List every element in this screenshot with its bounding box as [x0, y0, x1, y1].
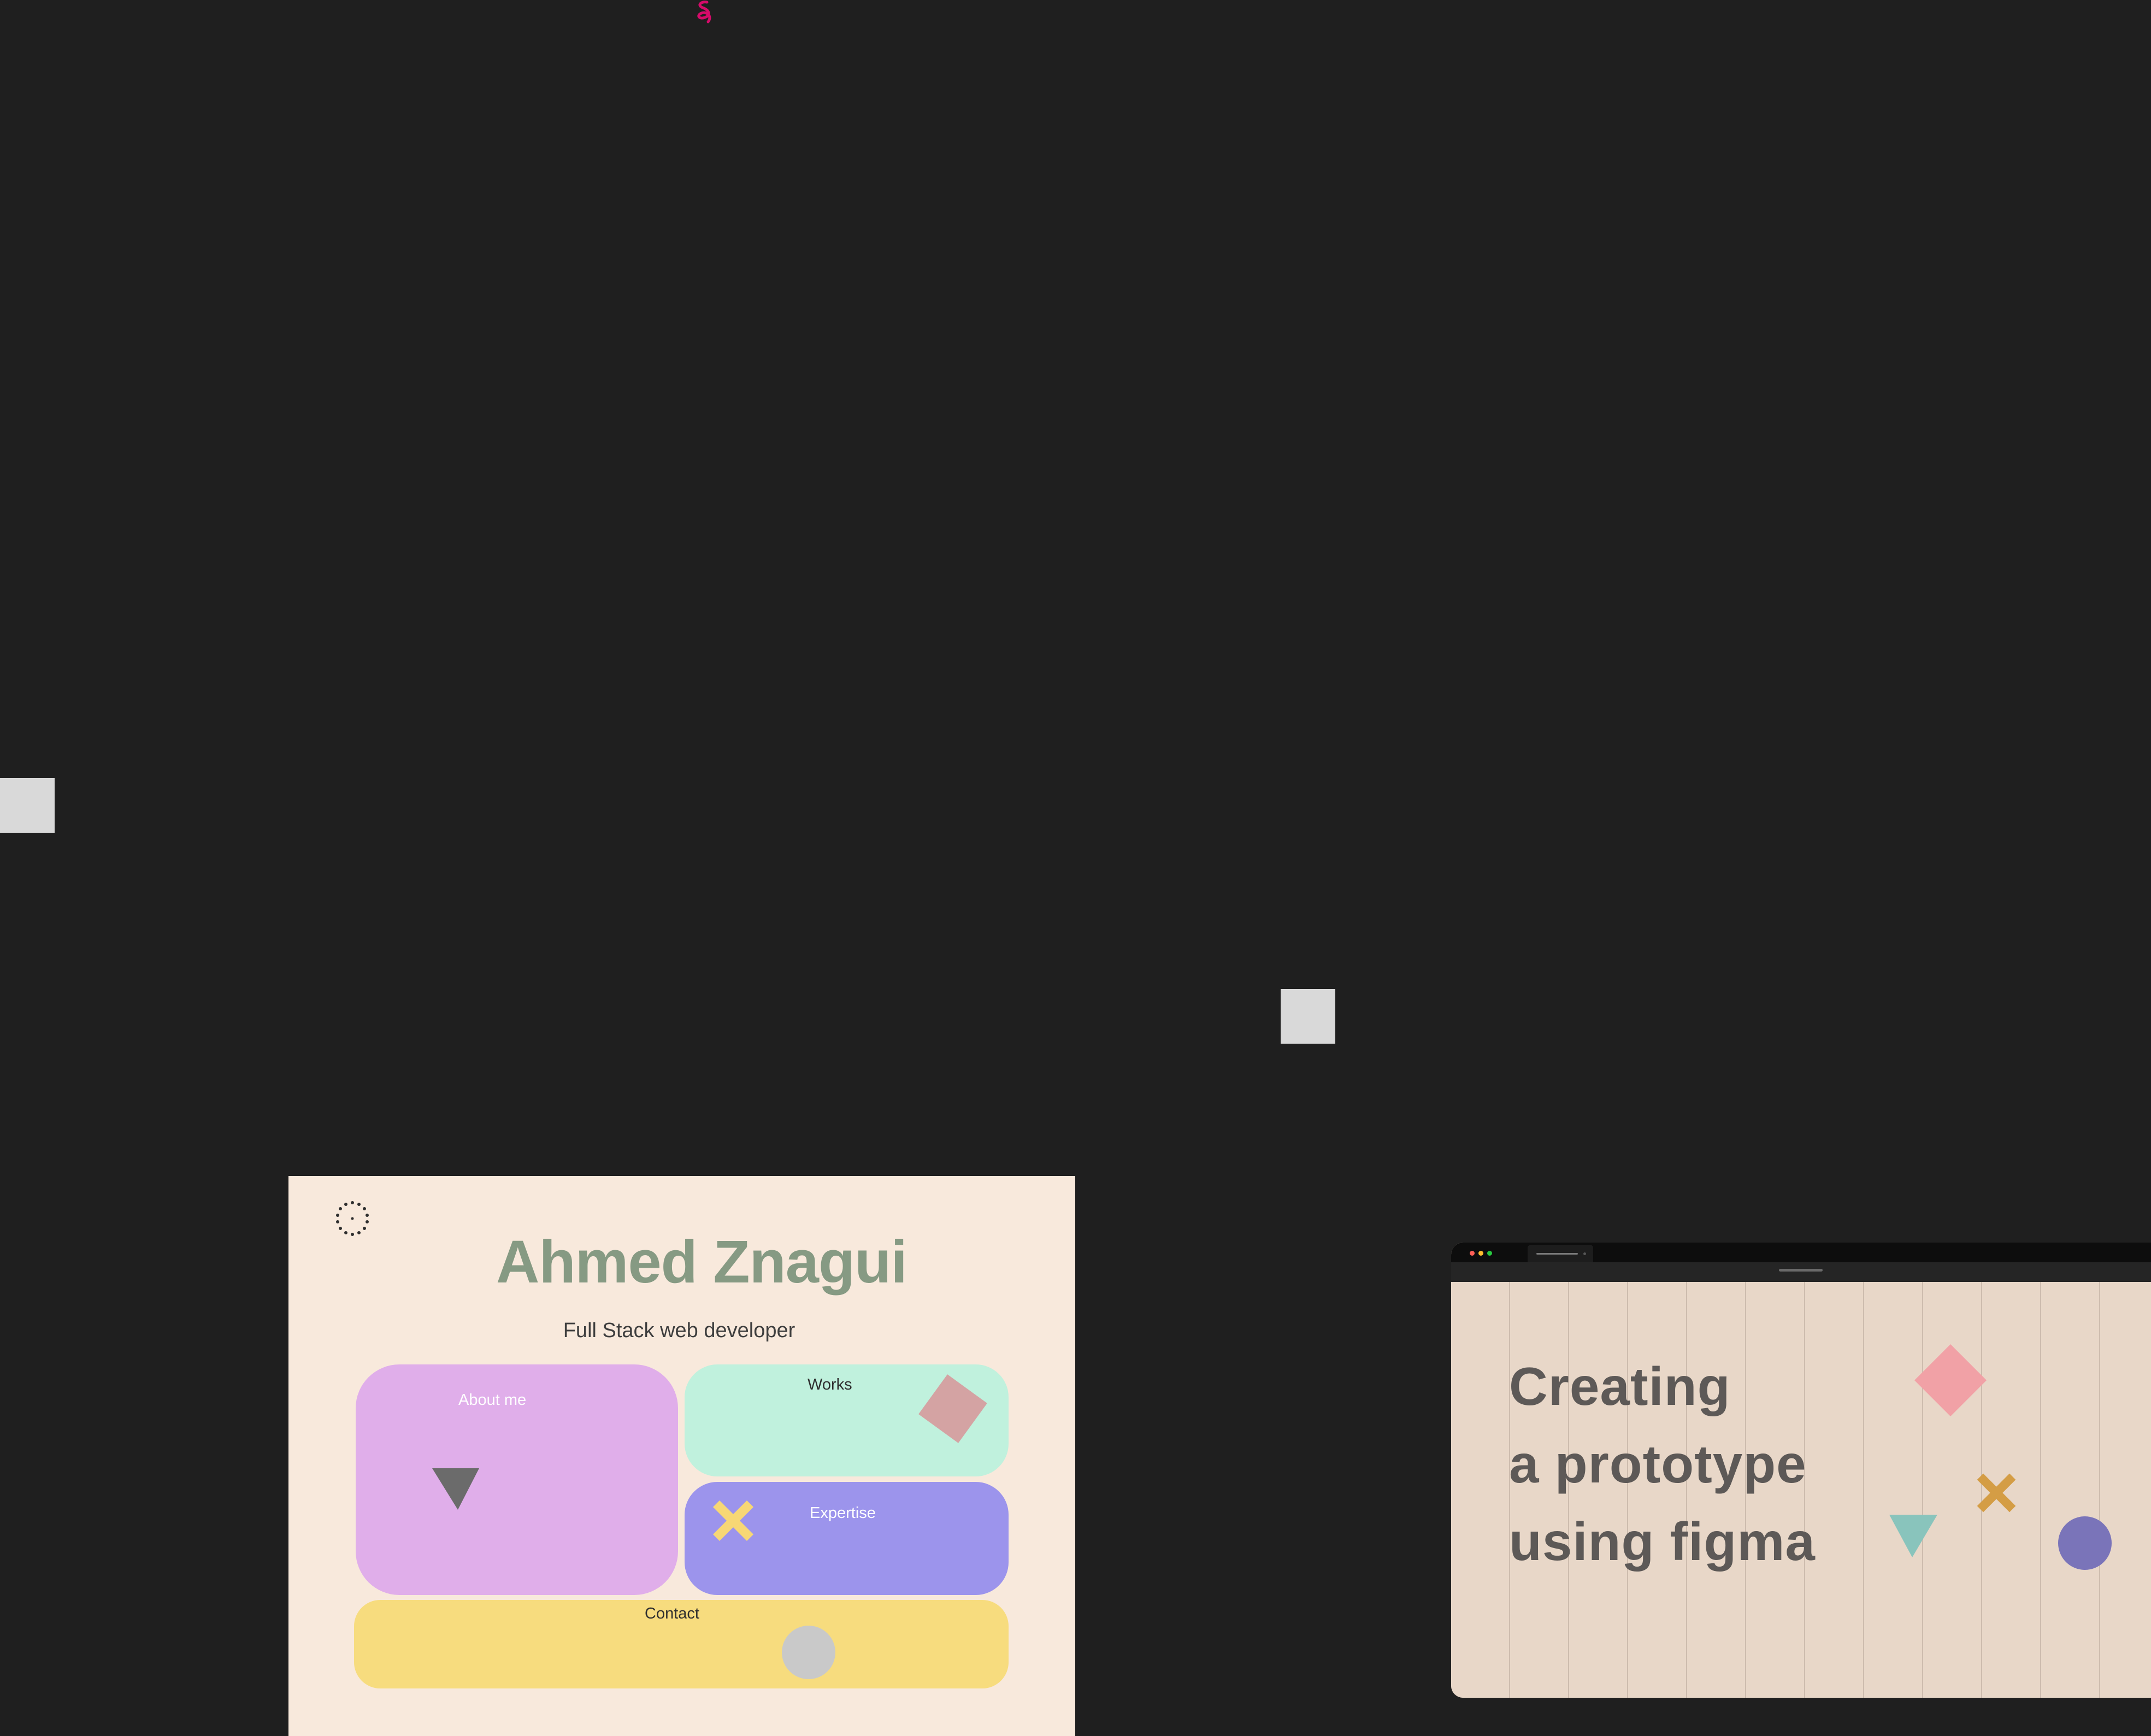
address-handle: [1779, 1269, 1823, 1272]
x-cross-icon: [1977, 1473, 2016, 1513]
browser-tab[interactable]: [1528, 1245, 1593, 1262]
about-me-card[interactable]: About me: [356, 1364, 678, 1595]
headline-line-3: using figma: [1509, 1511, 1816, 1572]
circle-icon: [782, 1626, 835, 1679]
triangle-icon: [432, 1468, 479, 1510]
headline-line-1: Creating: [1509, 1356, 1731, 1416]
browser-title-bar: [1451, 1243, 2151, 1262]
works-card[interactable]: Works: [685, 1364, 1009, 1476]
prototype-canvas: Creating a prototype using figma: [1451, 1282, 2151, 1698]
works-label: Works: [808, 1376, 852, 1393]
placeholder-square: [0, 778, 55, 833]
about-me-label: About me: [458, 1391, 527, 1409]
minimize-dot-icon[interactable]: [1478, 1251, 1483, 1256]
diamond-icon: [1914, 1344, 1987, 1416]
circle-icon: [2058, 1516, 2112, 1570]
tab-title-placeholder: [1536, 1253, 1578, 1255]
close-dot-icon[interactable]: [1470, 1251, 1475, 1256]
contact-card[interactable]: Contact: [354, 1600, 1009, 1688]
rotated-square-icon: [918, 1374, 987, 1443]
headline-line-2: a prototype: [1509, 1434, 1807, 1494]
browser-address-bar: [1451, 1262, 2151, 1282]
expertise-label: Expertise: [810, 1504, 876, 1522]
contact-label: Contact: [645, 1605, 699, 1622]
maximize-dot-icon[interactable]: [1487, 1251, 1492, 1256]
expertise-card[interactable]: Expertise: [685, 1482, 1009, 1595]
page-subtitle: Full Stack web developer: [563, 1319, 795, 1342]
portfolio-frame: Ahmed Znagui Full Stack web developer Ab…: [288, 1176, 1075, 1736]
triangle-icon: [1889, 1515, 1937, 1557]
prototype-preview-window: Creating a prototype using figma: [1451, 1243, 2151, 1698]
prototype-headline: Creating a prototype using figma: [1509, 1347, 1816, 1580]
page-title: Ahmed Znagui: [496, 1228, 907, 1296]
tab-close-icon[interactable]: [1583, 1252, 1586, 1255]
squiggle-cursor-icon: [697, 1, 711, 23]
placeholder-square: [1281, 989, 1335, 1044]
x-cross-icon: [713, 1500, 753, 1541]
